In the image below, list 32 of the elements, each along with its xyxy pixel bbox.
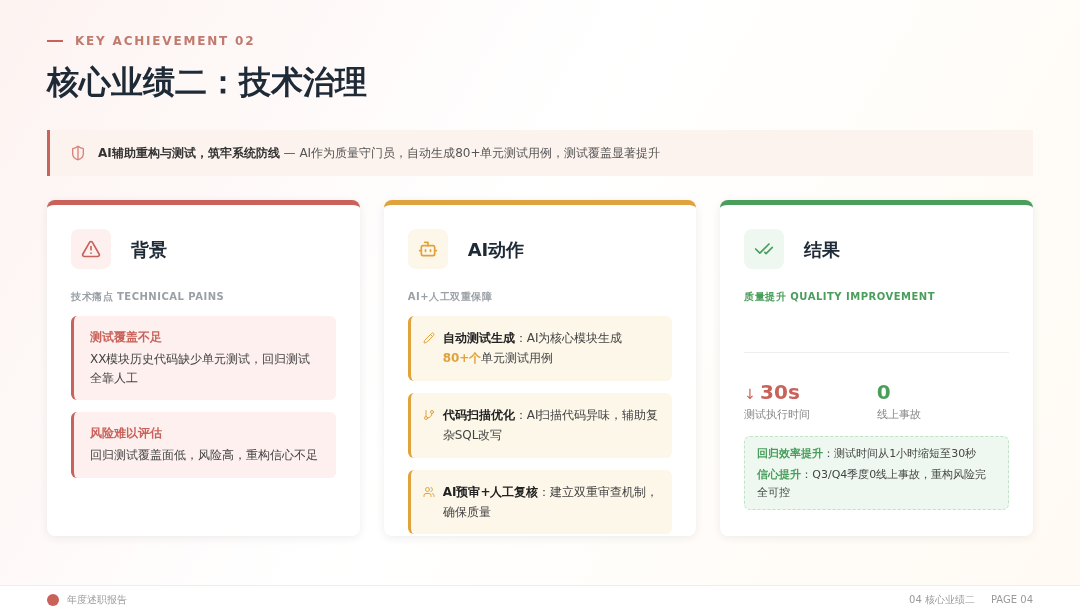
card-title: AI动作: [467, 237, 525, 262]
pain-title: 风险难以评估: [90, 425, 163, 443]
action-text: 代码扫描优化：AI扫描代码异味，辅助复杂SQL改写: [442, 406, 660, 445]
footer-title: 年度述职报告: [67, 593, 127, 607]
page-title: 核心业绩二：技术治理: [47, 62, 368, 103]
accent-dash: [47, 40, 63, 42]
note-text: 回归效率提升：测试时间从1小时缩短至30秒: [757, 445, 978, 462]
warning-icon: [81, 239, 101, 259]
card-title: 背景: [131, 237, 167, 262]
action-text: 自动测试生成：AI为核心模块生成 80+个单元测试用例: [442, 330, 624, 368]
pain-text: 回归测试覆盖面低，风险高，重构信心不足: [90, 447, 319, 465]
pain-text: XX模块历史代码缺少单元测试，回归测试全靠人工: [90, 351, 312, 388]
note-text: 信心提升：Q3/Q4季度0线上事故，重构风险完全可控: [757, 467, 988, 501]
pencil-icon: [422, 332, 435, 344]
robot-icon: [417, 239, 438, 259]
eyebrow-label: KEY ACHIEVEMENT 02: [75, 33, 256, 50]
banner-text: AI辅助重构与测试，筑牢系统防线 — AI作为质量守门员，自动生成80+单元测试用例，测试覆盖显著提升: [98, 145, 661, 162]
stat-label: 线上事故: [876, 407, 922, 423]
stat-value: 30s: [760, 379, 800, 406]
card-subtitle: 质量提升 QUALITY IMPROVEMENT: [744, 290, 936, 304]
shield-icon: [70, 145, 86, 161]
card-title: 结果: [804, 237, 841, 262]
action-text: AI预审+人工复核：建立双重审查机制，确保质量: [442, 483, 660, 521]
page-number: PAGE 04: [990, 593, 1033, 607]
pain-title: 测试覆盖不足: [90, 329, 163, 346]
card-subtitle: AI+人工双重保障: [407, 290, 493, 304]
card-subtitle: 技术痛点 TECHNICAL PAINS: [71, 290, 226, 304]
trend-arrow: ↓: [744, 385, 757, 404]
stat-value: 0: [876, 379, 891, 406]
stat-label: 测试执行时间: [744, 407, 812, 423]
people-icon: [422, 485, 435, 498]
branch-icon: [422, 408, 435, 421]
